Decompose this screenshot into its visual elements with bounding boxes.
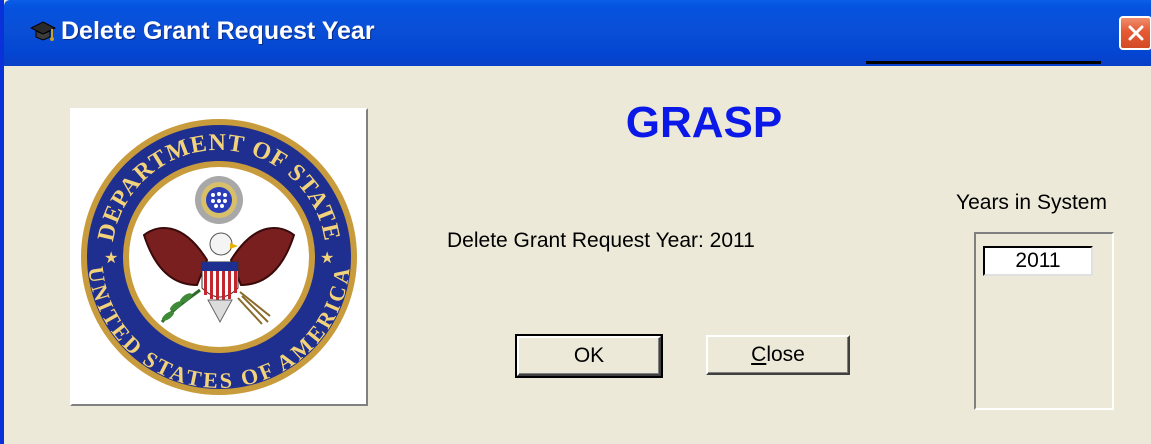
title-bar[interactable]: Delete Grant Request Year (4, 0, 1151, 66)
close-button[interactable]: Close (706, 335, 850, 375)
ok-button[interactable]: OK (515, 334, 663, 378)
svg-text:★: ★ (320, 248, 334, 267)
svg-text:★: ★ (104, 248, 118, 267)
years-in-system-label: Years in System (956, 191, 1107, 214)
close-button-label: Close (751, 343, 805, 367)
years-listbox[interactable]: 2011 (974, 232, 1114, 410)
close-button-label-rest: lose (766, 343, 805, 366)
list-item[interactable]: 2011 (983, 246, 1093, 276)
divider (866, 61, 1101, 64)
close-button-mnemonic: C (751, 343, 767, 366)
close-window-button[interactable] (1119, 16, 1151, 50)
graduation-cap-icon (30, 21, 56, 41)
department-of-state-seal-icon: DEPARTMENT OF STATE UNITED STATES OF AME… (81, 119, 357, 395)
seal-image: DEPARTMENT OF STATE UNITED STATES OF AME… (70, 108, 368, 406)
window-title: Delete Grant Request Year (61, 17, 375, 45)
app-title: GRASP (625, 98, 783, 147)
ok-button-label: OK (573, 344, 605, 367)
close-icon (1128, 25, 1143, 41)
delete-year-label: Delete Grant Request Year: 2011 (447, 229, 755, 252)
dialog-window: Delete Grant Request Year DEPARTMENT OF … (0, 0, 1151, 444)
